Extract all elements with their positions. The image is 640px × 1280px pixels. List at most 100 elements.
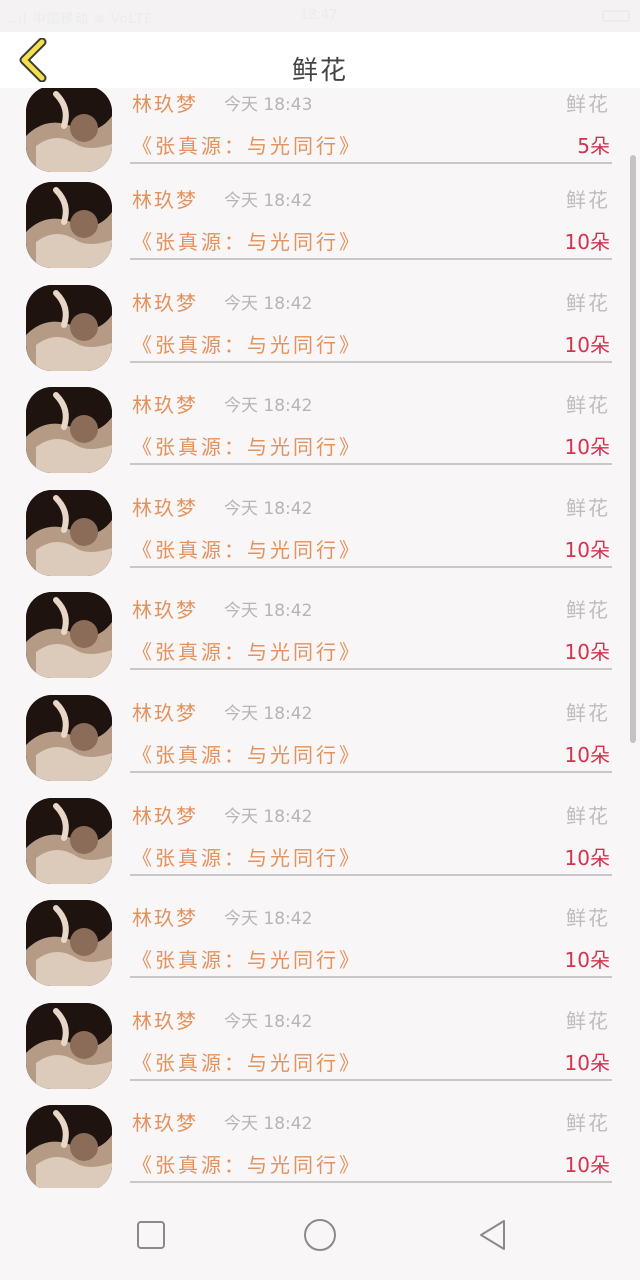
gift-count: 10朵 bbox=[564, 332, 610, 357]
timestamp: 今天 18:42 bbox=[224, 498, 313, 519]
timestamp: 今天 18:42 bbox=[224, 704, 313, 724]
divider bbox=[130, 162, 612, 164]
avatar-photo bbox=[26, 797, 112, 884]
avatar-photo bbox=[26, 592, 112, 679]
work-title[interactable]: 《张真源：与光同行》 bbox=[132, 1047, 362, 1076]
sender-name: 林玖梦 bbox=[132, 1111, 198, 1136]
scrollbar[interactable] bbox=[630, 155, 636, 743]
gift-count: 10朵 bbox=[564, 537, 610, 562]
sender-name: 林玖梦 bbox=[132, 1008, 198, 1033]
work-title[interactable]: 《张真源：与光同行》 bbox=[132, 636, 362, 665]
sender-name: 林玖梦 bbox=[132, 906, 198, 931]
sender-name: 林玖梦 bbox=[132, 701, 198, 725]
avatar[interactable] bbox=[26, 1105, 112, 1188]
list-item[interactable]: 林玖梦 今天 18:43 鲜花《张真源：与光同行》 5朵 bbox=[0, 88, 640, 188]
timestamp: 今天 18:43 bbox=[224, 95, 313, 115]
timestamp: 今天 18:42 bbox=[224, 1114, 313, 1135]
avatar-photo bbox=[26, 387, 112, 474]
avatar-photo bbox=[26, 1105, 112, 1188]
list-item[interactable]: 林玖梦 今天 18:42 鲜花《张真源：与光同行》 10朵 bbox=[0, 592, 640, 694]
header: 鲜花 bbox=[0, 32, 640, 88]
divider bbox=[130, 976, 612, 979]
avatar[interactable] bbox=[26, 182, 112, 268]
divider bbox=[130, 565, 612, 568]
sender-name: 林玖梦 bbox=[132, 598, 198, 623]
gift-count: 10朵 bbox=[564, 1153, 610, 1178]
work-title[interactable]: 《张真源：与光同行》 bbox=[132, 944, 362, 973]
divider bbox=[130, 873, 612, 876]
gift-count: 5朵 bbox=[577, 134, 610, 158]
divider bbox=[130, 360, 612, 363]
gift-type-label: 鲜花 bbox=[566, 393, 610, 418]
status-bar: ..ıl 中国移动 ≋ VoLTE 18:47 bbox=[0, 0, 640, 32]
work-title[interactable]: 《张真源：与光同行》 bbox=[132, 226, 362, 255]
gift-type-label: 鲜花 bbox=[566, 92, 610, 116]
list-item[interactable]: 林玖梦 今天 18:42 鲜花 《张真源：与光同行》 10朵 bbox=[0, 695, 640, 797]
gift-count: 10朵 bbox=[564, 435, 610, 460]
timestamp: 今天 18:42 bbox=[224, 909, 313, 930]
avatar-photo bbox=[26, 695, 112, 781]
timestamp: 今天 18:42 bbox=[224, 293, 313, 314]
square-icon bbox=[137, 1221, 165, 1249]
list-item[interactable]: 林玖梦 今天 18:42 鲜花 《张真源：与光同行》 10朵 bbox=[0, 797, 640, 900]
avatar-photo bbox=[26, 1002, 112, 1089]
sender-name: 林玖梦 bbox=[132, 92, 198, 116]
sender-name: 林玖梦 bbox=[132, 290, 198, 315]
home-button[interactable] bbox=[303, 1218, 337, 1252]
work-title[interactable]: 《张真源：与光同行》 bbox=[132, 130, 362, 159]
gift-record-list[interactable]: 林玖梦 今天 18:43 鲜花 《张真源：与光同行》 5朵 林玖梦 今天 18:42 鲜花 《张… bbox=[0, 88, 640, 1188]
avatar[interactable] bbox=[26, 387, 112, 474]
gift-count: 10朵 bbox=[564, 845, 610, 870]
list-item[interactable]: 林玖梦 今天 18:42 鲜花《张真源：与光同行》 10朵 bbox=[0, 900, 640, 1002]
avatar[interactable] bbox=[26, 592, 112, 679]
timestamp: 今天 18:42 bbox=[224, 191, 313, 211]
work-title[interactable]: 《张真源：与光同行》 bbox=[132, 842, 362, 871]
list-item[interactable]: 林玖梦 今天 18:42 鲜花 《张真源：与光同行》 10朵 bbox=[0, 182, 640, 284]
sender-name: 林玖梦 bbox=[132, 393, 198, 418]
list-item[interactable]: 林玖梦 今天 18:42 鲜花 《张真源：与光同行》 10朵 bbox=[0, 387, 640, 489]
work-title[interactable]: 《张真源：与光同行》 bbox=[132, 1149, 362, 1178]
timestamp: 今天 18:42 bbox=[224, 601, 313, 622]
status-carrier: ..ıl 中国移动 ≋ VoLTE bbox=[8, 12, 154, 27]
sender-name: 林玖梦 bbox=[132, 803, 198, 828]
divider bbox=[130, 668, 612, 671]
avatar[interactable] bbox=[26, 797, 112, 884]
gift-count: 10朵 bbox=[564, 640, 610, 665]
avatar-photo bbox=[26, 900, 112, 987]
work-title[interactable]: 《张真源：与光同行》 bbox=[132, 534, 362, 563]
gift-count: 10朵 bbox=[564, 1050, 610, 1075]
list-item[interactable]: 林玖梦 今天 18:42 鲜花 《张真源：与光同行》 10朵 bbox=[0, 1105, 640, 1188]
gift-type-label: 鲜花 bbox=[566, 188, 610, 212]
work-title[interactable]: 《张真源：与光同行》 bbox=[132, 431, 362, 460]
list-item[interactable]: 林玖梦 今天 18:42 鲜花 《张真源：与光同行》 10朵 bbox=[0, 284, 640, 387]
list-item[interactable]: 林玖梦 今天 18:42 鲜花 《张真源：与光同行》 10朵 bbox=[0, 1002, 640, 1105]
nav-back-button[interactable] bbox=[476, 1218, 510, 1252]
sender-name: 林玖梦 bbox=[132, 188, 198, 212]
page-title: 鲜花 bbox=[291, 56, 348, 86]
avatar-photo bbox=[26, 182, 112, 268]
avatar-photo bbox=[26, 489, 112, 576]
divider bbox=[130, 1078, 612, 1081]
divider bbox=[130, 463, 612, 466]
work-title[interactable]: 《张真源：与光同行》 bbox=[132, 329, 362, 358]
avatar[interactable] bbox=[26, 1002, 112, 1089]
divider bbox=[130, 258, 612, 260]
list-item[interactable]: 林玖梦 今天 18:42 鲜花 《张真源：与光同行》 10朵 bbox=[0, 489, 640, 592]
avatar[interactable] bbox=[26, 695, 112, 781]
avatar[interactable] bbox=[26, 489, 112, 576]
work-title[interactable]: 《张真源：与光同行》 bbox=[132, 739, 362, 768]
avatar[interactable] bbox=[26, 284, 112, 371]
avatar-photo bbox=[26, 284, 112, 371]
recents-button[interactable] bbox=[134, 1218, 168, 1252]
sender-name: 林玖梦 bbox=[132, 495, 198, 520]
gift-type-label: 鲜花 bbox=[566, 803, 610, 828]
avatar[interactable] bbox=[26, 900, 112, 987]
gift-type-label: 鲜花 bbox=[566, 598, 610, 623]
gift-count: 10朵 bbox=[564, 743, 610, 767]
battery-icon bbox=[602, 10, 630, 22]
gift-count: 10朵 bbox=[564, 948, 610, 973]
avatar[interactable] bbox=[26, 88, 112, 172]
triangle-back-icon bbox=[480, 1220, 505, 1250]
avatar-photo bbox=[26, 88, 112, 172]
gift-type-label: 鲜花 bbox=[566, 906, 610, 931]
